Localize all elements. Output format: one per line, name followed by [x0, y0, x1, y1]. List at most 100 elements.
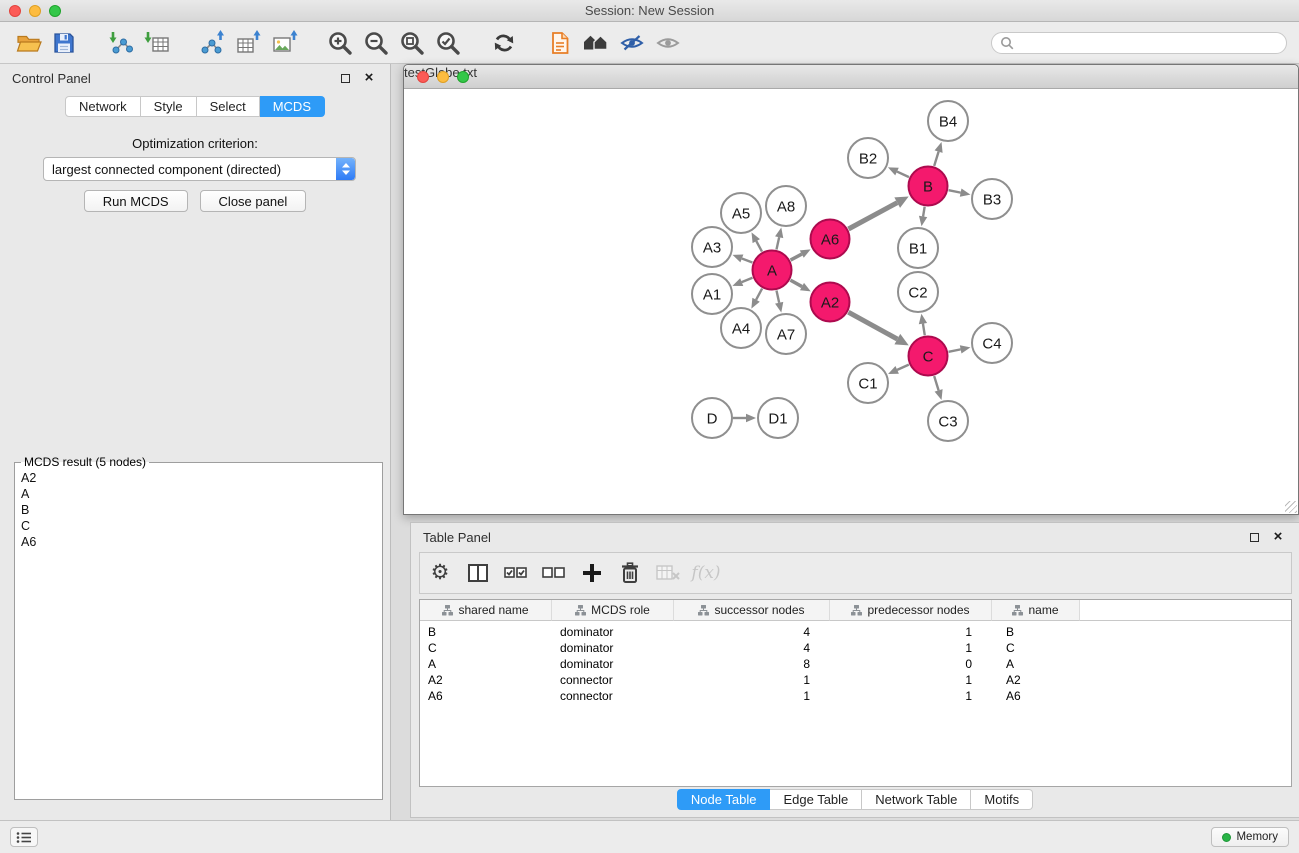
search-input[interactable] [1019, 36, 1278, 50]
mcds-result-item[interactable]: A [21, 486, 382, 502]
minimize-network-window-button[interactable] [437, 71, 449, 83]
table-cell[interactable]: A2 [992, 673, 1080, 687]
table-row[interactable]: Bdominator41B [420, 624, 1291, 640]
run-mcds-button[interactable]: Run MCDS [84, 190, 188, 212]
graph-node[interactable]: C4 [972, 323, 1012, 363]
graph-node[interactable]: B2 [848, 138, 888, 178]
close-network-window-button[interactable] [417, 71, 429, 83]
graph-node[interactable]: B3 [972, 179, 1012, 219]
column-header-predecessor-nodes[interactable]: predecessor nodes [830, 600, 992, 621]
zoom-network-window-button[interactable] [457, 71, 469, 83]
graph-edge[interactable] [923, 207, 925, 217]
table-cell[interactable]: dominator [552, 657, 674, 671]
unselect-all-columns-button[interactable] [540, 558, 568, 588]
network-view-window[interactable]: testGlobe.txt B4B2BB3A5A8A6A3B1AC2A1A2A4… [403, 64, 1299, 515]
table-cell[interactable]: A6 [992, 689, 1080, 703]
tab-style[interactable]: Style [141, 96, 197, 117]
graph-node[interactable]: C1 [848, 363, 888, 403]
tab-network[interactable]: Network [65, 96, 141, 117]
table-row[interactable]: Adominator80A [420, 656, 1291, 672]
graph-node[interactable]: C3 [928, 401, 968, 441]
graph-edge[interactable] [791, 254, 802, 260]
table-cell[interactable]: 1 [830, 641, 992, 655]
graph-edge[interactable] [949, 349, 961, 351]
network-window-titlebar[interactable]: testGlobe.txt [404, 65, 1298, 89]
table-cell[interactable]: 4 [674, 625, 830, 639]
export-network-button[interactable] [194, 25, 230, 61]
delete-table-button[interactable] [654, 558, 682, 588]
hide-graphics-details-button[interactable] [614, 25, 650, 61]
memory-button[interactable]: Memory [1211, 827, 1289, 847]
graph-edge[interactable] [934, 152, 938, 166]
save-session-button[interactable] [46, 25, 82, 61]
graph-edge[interactable] [897, 172, 909, 178]
show-columns-button[interactable] [464, 558, 492, 588]
graph-edge[interactable] [897, 365, 909, 370]
table-cell[interactable]: A2 [420, 673, 552, 687]
tab-motifs[interactable]: Motifs [971, 789, 1033, 810]
close-mcds-panel-button[interactable]: Close panel [200, 190, 307, 212]
table-cell[interactable]: connector [552, 673, 674, 687]
tab-select[interactable]: Select [197, 96, 260, 117]
graph-node[interactable]: A3 [692, 227, 732, 267]
graph-node[interactable]: B4 [928, 101, 968, 141]
table-cell[interactable]: connector [552, 689, 674, 703]
graph-edge[interactable] [776, 291, 779, 303]
network-snapshot-button[interactable] [542, 25, 578, 61]
mcds-result-item[interactable]: C [21, 518, 382, 534]
column-header-successor-nodes[interactable]: successor nodes [674, 600, 830, 621]
graph-node[interactable]: B1 [898, 228, 938, 268]
table-cell[interactable]: A [992, 657, 1080, 671]
search-box[interactable] [991, 32, 1287, 54]
table-cell[interactable]: 1 [830, 673, 992, 687]
create-column-button[interactable] [578, 558, 606, 588]
graph-edge[interactable] [756, 241, 762, 251]
graph-edge[interactable] [949, 190, 961, 192]
tab-node-table[interactable]: Node Table [677, 789, 771, 810]
table-cell[interactable]: 1 [830, 625, 992, 639]
table-cell[interactable]: C [420, 641, 552, 655]
graph-node[interactable]: C2 [898, 272, 938, 312]
graph-edge[interactable] [742, 258, 753, 262]
zoom-in-button[interactable] [322, 25, 358, 61]
show-panels-button[interactable] [10, 827, 38, 847]
mcds-result-item[interactable]: A2 [21, 470, 382, 486]
table-cell[interactable]: dominator [552, 641, 674, 655]
tab-mcds[interactable]: MCDS [260, 96, 325, 117]
table-cell[interactable]: B [992, 625, 1080, 639]
table-cell[interactable]: dominator [552, 625, 674, 639]
home-view-button[interactable] [578, 25, 614, 61]
refresh-view-button[interactable] [486, 25, 522, 61]
show-graphics-details-button[interactable] [650, 25, 686, 61]
delete-column-button[interactable] [616, 558, 644, 588]
import-network-button[interactable] [102, 25, 138, 61]
select-all-columns-button[interactable] [502, 558, 530, 588]
column-header-mcds-role[interactable]: MCDS role [552, 600, 674, 621]
graph-edge[interactable] [848, 203, 897, 229]
graph-edge[interactable] [790, 280, 802, 286]
graph-node[interactable]: D1 [758, 398, 798, 438]
open-session-button[interactable] [10, 25, 46, 61]
graph-edge[interactable] [756, 289, 762, 300]
tab-network-table[interactable]: Network Table [862, 789, 971, 810]
close-window-button[interactable] [9, 5, 21, 17]
table-row[interactable]: A6connector11A6 [420, 688, 1291, 704]
table-cell[interactable]: 4 [674, 641, 830, 655]
table-cell[interactable]: A6 [420, 689, 552, 703]
tab-edge-table[interactable]: Edge Table [770, 789, 862, 810]
export-image-button[interactable] [266, 25, 302, 61]
network-graph[interactable]: B4B2BB3A5A8A6A3B1AC2A1A2A4A7C4CC1DD1C3 [404, 89, 1298, 514]
graph-node[interactable]: C [909, 337, 948, 376]
graph-edge[interactable] [742, 278, 753, 282]
zoom-out-button[interactable] [358, 25, 394, 61]
zoom-fit-button[interactable] [394, 25, 430, 61]
graph-node[interactable]: A8 [766, 186, 806, 226]
table-cell[interactable]: B [420, 625, 552, 639]
graph-node[interactable]: A6 [811, 220, 850, 259]
table-cell[interactable]: 1 [674, 689, 830, 703]
function-builder-button[interactable]: f(x) [692, 558, 720, 588]
minimize-window-button[interactable] [29, 5, 41, 17]
export-table-button[interactable] [230, 25, 266, 61]
table-cell[interactable]: C [992, 641, 1080, 655]
graph-edge[interactable] [848, 312, 897, 339]
